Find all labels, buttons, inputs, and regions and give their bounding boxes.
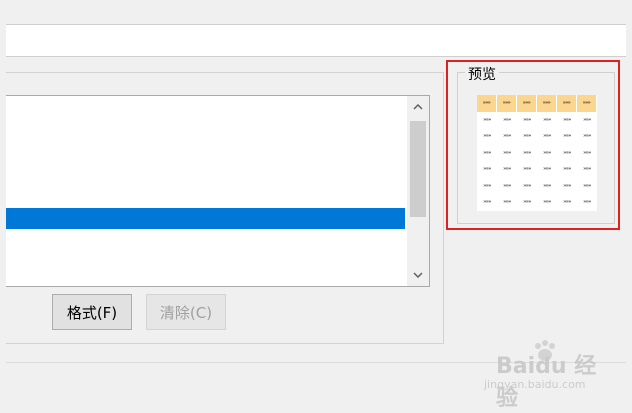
style-listbox[interactable]	[6, 95, 430, 287]
scroll-thumb[interactable]	[410, 121, 426, 217]
scroll-down-icon[interactable]	[407, 264, 429, 286]
clear-button[interactable]: 清除(C)	[146, 294, 226, 330]
highlight-annotation	[446, 60, 620, 230]
top-input-field[interactable]	[6, 24, 626, 57]
dialog: 格式(F) 清除(C) 预览 »»»»»»»»»»»»»»»»»»»»»»»»»…	[0, 0, 632, 413]
top-band	[0, 0, 632, 24]
watermark-url: jingyan.baidu.com	[484, 378, 586, 391]
vertical-scrollbar[interactable]	[407, 96, 429, 286]
format-button[interactable]: 格式(F)	[52, 294, 132, 330]
scroll-up-icon[interactable]	[407, 96, 429, 118]
watermark: Baidu 经验 jingyan.baidu.com	[478, 340, 618, 411]
selected-list-item[interactable]	[6, 208, 405, 229]
